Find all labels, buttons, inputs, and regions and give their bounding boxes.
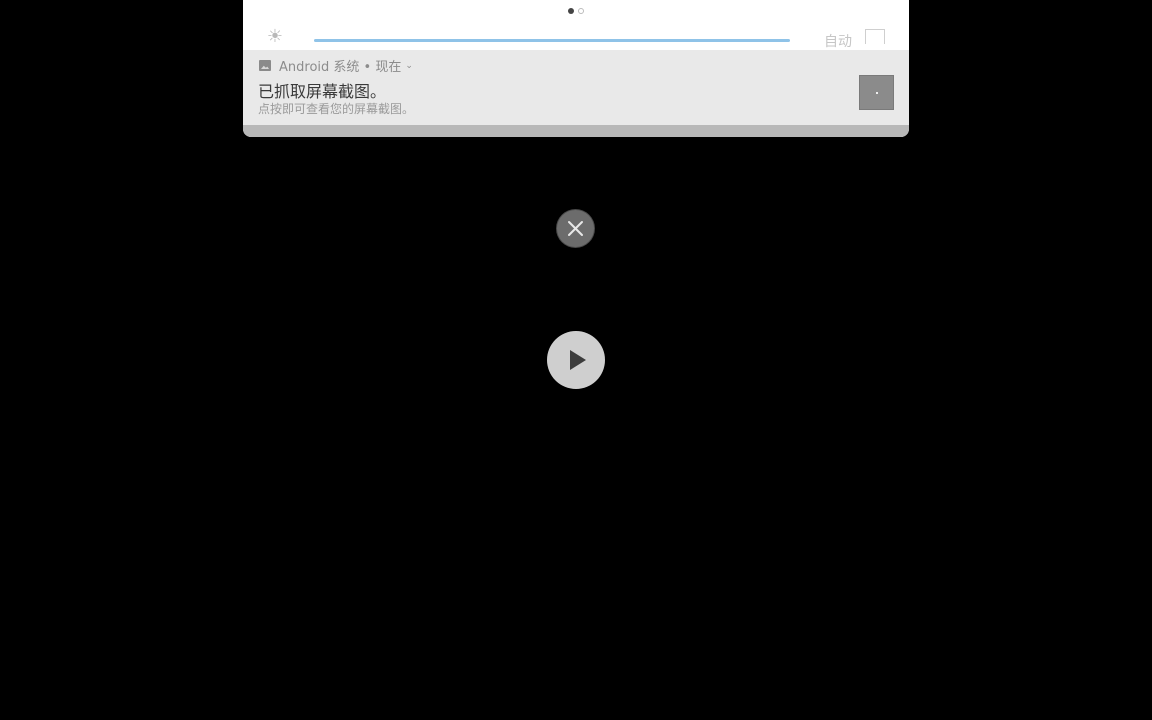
notification-separator: • bbox=[359, 60, 376, 75]
play-icon bbox=[570, 350, 586, 370]
screen: ☀ 自动 Android 系统 • 现在 ⌄ 已抓取屏幕截图。 点按即可查看您的… bbox=[0, 0, 1152, 720]
image-icon bbox=[259, 60, 271, 71]
page-indicator bbox=[568, 8, 584, 14]
screenshot-thumbnail[interactable] bbox=[859, 75, 894, 110]
notification-text: 点按即可查看您的屏幕截图。 bbox=[258, 102, 415, 116]
close-button[interactable] bbox=[557, 210, 594, 247]
brightness-icon: ☀ bbox=[266, 26, 284, 47]
notification-app-name: Android 系统 bbox=[279, 60, 360, 75]
page-dot-inactive bbox=[578, 8, 584, 14]
notification-meta: Android 系统 • 现在 bbox=[279, 56, 401, 75]
page-dot-active bbox=[568, 8, 574, 14]
notification-title: 已抓取屏幕截图。 bbox=[258, 82, 387, 101]
shade-handle[interactable] bbox=[243, 125, 909, 137]
play-button[interactable] bbox=[547, 331, 605, 389]
close-icon bbox=[568, 221, 583, 236]
chevron-down-icon[interactable]: ⌄ bbox=[405, 61, 413, 71]
brightness-slider[interactable] bbox=[314, 39, 790, 42]
notification-time: 现在 bbox=[375, 60, 402, 75]
auto-brightness-label[interactable]: 自动 bbox=[824, 31, 852, 51]
screenshot-notification[interactable]: Android 系统 • 现在 ⌄ 已抓取屏幕截图。 点按即可查看您的屏幕截图。 bbox=[243, 50, 909, 125]
notification-header: Android 系统 • 现在 ⌄ bbox=[259, 56, 413, 75]
quick-settings-row: ☀ 自动 bbox=[243, 0, 909, 50]
auto-brightness-checkbox[interactable] bbox=[865, 29, 885, 44]
notification-shade: ☀ 自动 Android 系统 • 现在 ⌄ 已抓取屏幕截图。 点按即可查看您的… bbox=[243, 0, 909, 137]
